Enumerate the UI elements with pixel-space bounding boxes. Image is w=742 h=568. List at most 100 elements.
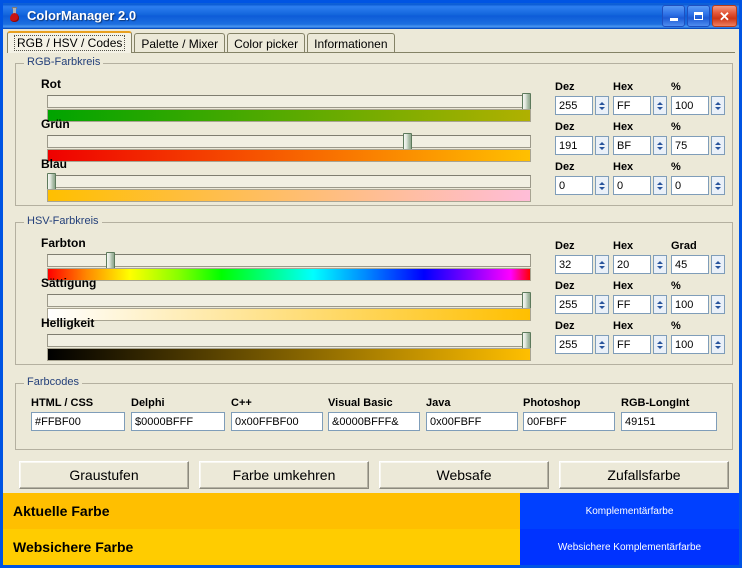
hsv-slider-1[interactable] — [47, 294, 531, 307]
spinner-down-icon — [657, 186, 663, 190]
tab-0[interactable]: RGB / HSV / Codes — [7, 31, 133, 53]
rgb-pct-input-2[interactable]: 0 — [671, 176, 709, 195]
tab-2[interactable]: Color picker — [227, 33, 306, 53]
hsv-dez-input-0[interactable]: 32 — [555, 255, 593, 274]
hsv-hex-spinner-0[interactable] — [653, 255, 667, 274]
hsv-dez-header-0: Dez — [555, 240, 575, 252]
rgb-hex-header-2: Hex — [613, 161, 634, 173]
hsv-slider-0[interactable] — [47, 254, 531, 267]
rgb-hex-spinner-2[interactable] — [653, 176, 667, 195]
farbcode-input-1[interactable]: $0000BFFF — [131, 412, 225, 431]
action-button-0[interactable]: Graustufen — [19, 461, 189, 489]
farbcode-input-2[interactable]: 0x00FFBF00 — [231, 412, 323, 431]
rgb-dez-spinner-2[interactable] — [595, 176, 609, 195]
tab-label: RGB / HSV / Codes — [14, 35, 126, 51]
hsv-pct-spinner-1[interactable] — [711, 295, 725, 314]
tab-3[interactable]: Informationen — [307, 33, 395, 53]
websafe-color-swatch[interactable]: Websichere Farbe — [3, 529, 520, 565]
minimize-button[interactable] — [662, 5, 685, 27]
tab-1[interactable]: Palette / Mixer — [134, 33, 226, 53]
hsv-slider-2[interactable] — [47, 334, 531, 347]
rgb-hex-input-1[interactable]: BF — [613, 136, 651, 155]
maximize-button[interactable] — [687, 5, 710, 27]
hsv-slider-thumb-1[interactable] — [522, 292, 531, 309]
hsv-pct-spinner-2[interactable] — [711, 335, 725, 354]
hsv-slider-thumb-2[interactable] — [522, 332, 531, 349]
application-window: ColorManager 2.0 ✕ RGB / HSV / Codes Pale… — [0, 0, 742, 568]
farbcode-input-5[interactable]: 00FBFF — [523, 412, 615, 431]
rgb-channel-label-1: Grün — [41, 117, 70, 131]
farbcode-input-4[interactable]: 0x00FBFF — [426, 412, 518, 431]
hsv-hex-spinner-1[interactable] — [653, 295, 667, 314]
rgb-dez-header-2: Dez — [555, 161, 575, 173]
rgb-pct-input-0[interactable]: 100 — [671, 96, 709, 115]
rgb-slider-thumb-0[interactable] — [522, 93, 531, 110]
spinner-down-icon — [599, 186, 605, 190]
flask-icon — [6, 7, 23, 24]
hsv-hex-input-0[interactable]: 20 — [613, 255, 651, 274]
rgb-dez-input-0[interactable]: 255 — [555, 96, 593, 115]
rgb-hex-input-2[interactable]: 0 — [613, 176, 651, 195]
title-bar: ColorManager 2.0 ✕ — [3, 3, 739, 29]
current-color-label: Aktuelle Farbe — [13, 503, 110, 519]
spinner-down-icon — [657, 106, 663, 110]
action-button-label: Farbe umkehren — [232, 467, 336, 483]
rgb-hex-input-0[interactable]: FF — [613, 96, 651, 115]
farbcode-label-6: RGB-LongInt — [621, 397, 690, 409]
complement-color-swatch[interactable]: Komplementärfarbe — [520, 493, 739, 529]
close-button[interactable]: ✕ — [712, 5, 737, 27]
hsv-pct-header-1: % — [671, 280, 681, 292]
rgb-dez-input-2[interactable]: 0 — [555, 176, 593, 195]
current-color-swatch[interactable]: Aktuelle Farbe — [3, 493, 520, 529]
farbcode-input-3[interactable]: &0000BFFF& — [328, 412, 420, 431]
rgb-pct-input-1[interactable]: 75 — [671, 136, 709, 155]
hsv-pct-spinner-0[interactable] — [711, 255, 725, 274]
hsv-pct-input-1[interactable]: 100 — [671, 295, 709, 314]
spinner-down-icon — [599, 265, 605, 269]
spinner-down-icon — [715, 305, 721, 309]
rgb-dez-spinner-1[interactable] — [595, 136, 609, 155]
hsv-dez-spinner-1[interactable] — [595, 295, 609, 314]
spinner-down-icon — [657, 146, 663, 150]
hsv-pct-input-0[interactable]: 45 — [671, 255, 709, 274]
tab-label: Color picker — [234, 36, 299, 51]
action-button-1[interactable]: Farbe umkehren — [199, 461, 369, 489]
hsv-slider-thumb-0[interactable] — [106, 252, 116, 269]
rgb-pct-spinner-0[interactable] — [711, 96, 725, 115]
rgb-pct-header-2: % — [671, 161, 681, 173]
spinner-up-icon — [599, 340, 605, 344]
rgb-hex-spinner-1[interactable] — [653, 136, 667, 155]
hsv-gradient-bar-1 — [47, 308, 531, 321]
action-button-label: Websafe — [436, 467, 492, 483]
hsv-dez-input-2[interactable]: 255 — [555, 335, 593, 354]
rgb-dez-spinner-0[interactable] — [595, 96, 609, 115]
hsv-hex-spinner-2[interactable] — [653, 335, 667, 354]
hsv-group-legend: HSV-Farbkreis — [24, 215, 102, 227]
rgb-pct-spinner-2[interactable] — [711, 176, 725, 195]
hsv-pct-input-2[interactable]: 100 — [671, 335, 709, 354]
spinner-down-icon — [599, 106, 605, 110]
websafe-complement-color-swatch[interactable]: Websichere Komplementärfarbe — [520, 529, 739, 565]
hsv-hex-input-2[interactable]: FF — [613, 335, 651, 354]
spinner-up-icon — [715, 101, 721, 105]
rgb-slider-thumb-1[interactable] — [403, 133, 413, 150]
hsv-dez-input-1[interactable]: 255 — [555, 295, 593, 314]
rgb-pct-spinner-1[interactable] — [711, 136, 725, 155]
rgb-slider-2[interactable] — [47, 175, 531, 188]
rgb-slider-0[interactable] — [47, 95, 531, 108]
farbcode-input-0[interactable]: #FFBF00 — [31, 412, 125, 431]
action-button-2[interactable]: Websafe — [379, 461, 549, 489]
hsv-hex-input-1[interactable]: FF — [613, 295, 651, 314]
rgb-hex-spinner-0[interactable] — [653, 96, 667, 115]
action-button-3[interactable]: Zufallsfarbe — [559, 461, 729, 489]
hsv-dez-spinner-0[interactable] — [595, 255, 609, 274]
hsv-dez-spinner-2[interactable] — [595, 335, 609, 354]
farbcode-input-6[interactable]: 49151 — [621, 412, 717, 431]
rgb-slider-thumb-2[interactable] — [47, 173, 56, 190]
action-button-label: Zufallsfarbe — [607, 467, 681, 483]
hsv-hex-header-1: Hex — [613, 280, 634, 292]
complement-color-label: Komplementärfarbe — [585, 505, 674, 517]
spinner-down-icon — [657, 305, 663, 309]
rgb-dez-input-1[interactable]: 191 — [555, 136, 593, 155]
rgb-slider-1[interactable] — [47, 135, 531, 148]
